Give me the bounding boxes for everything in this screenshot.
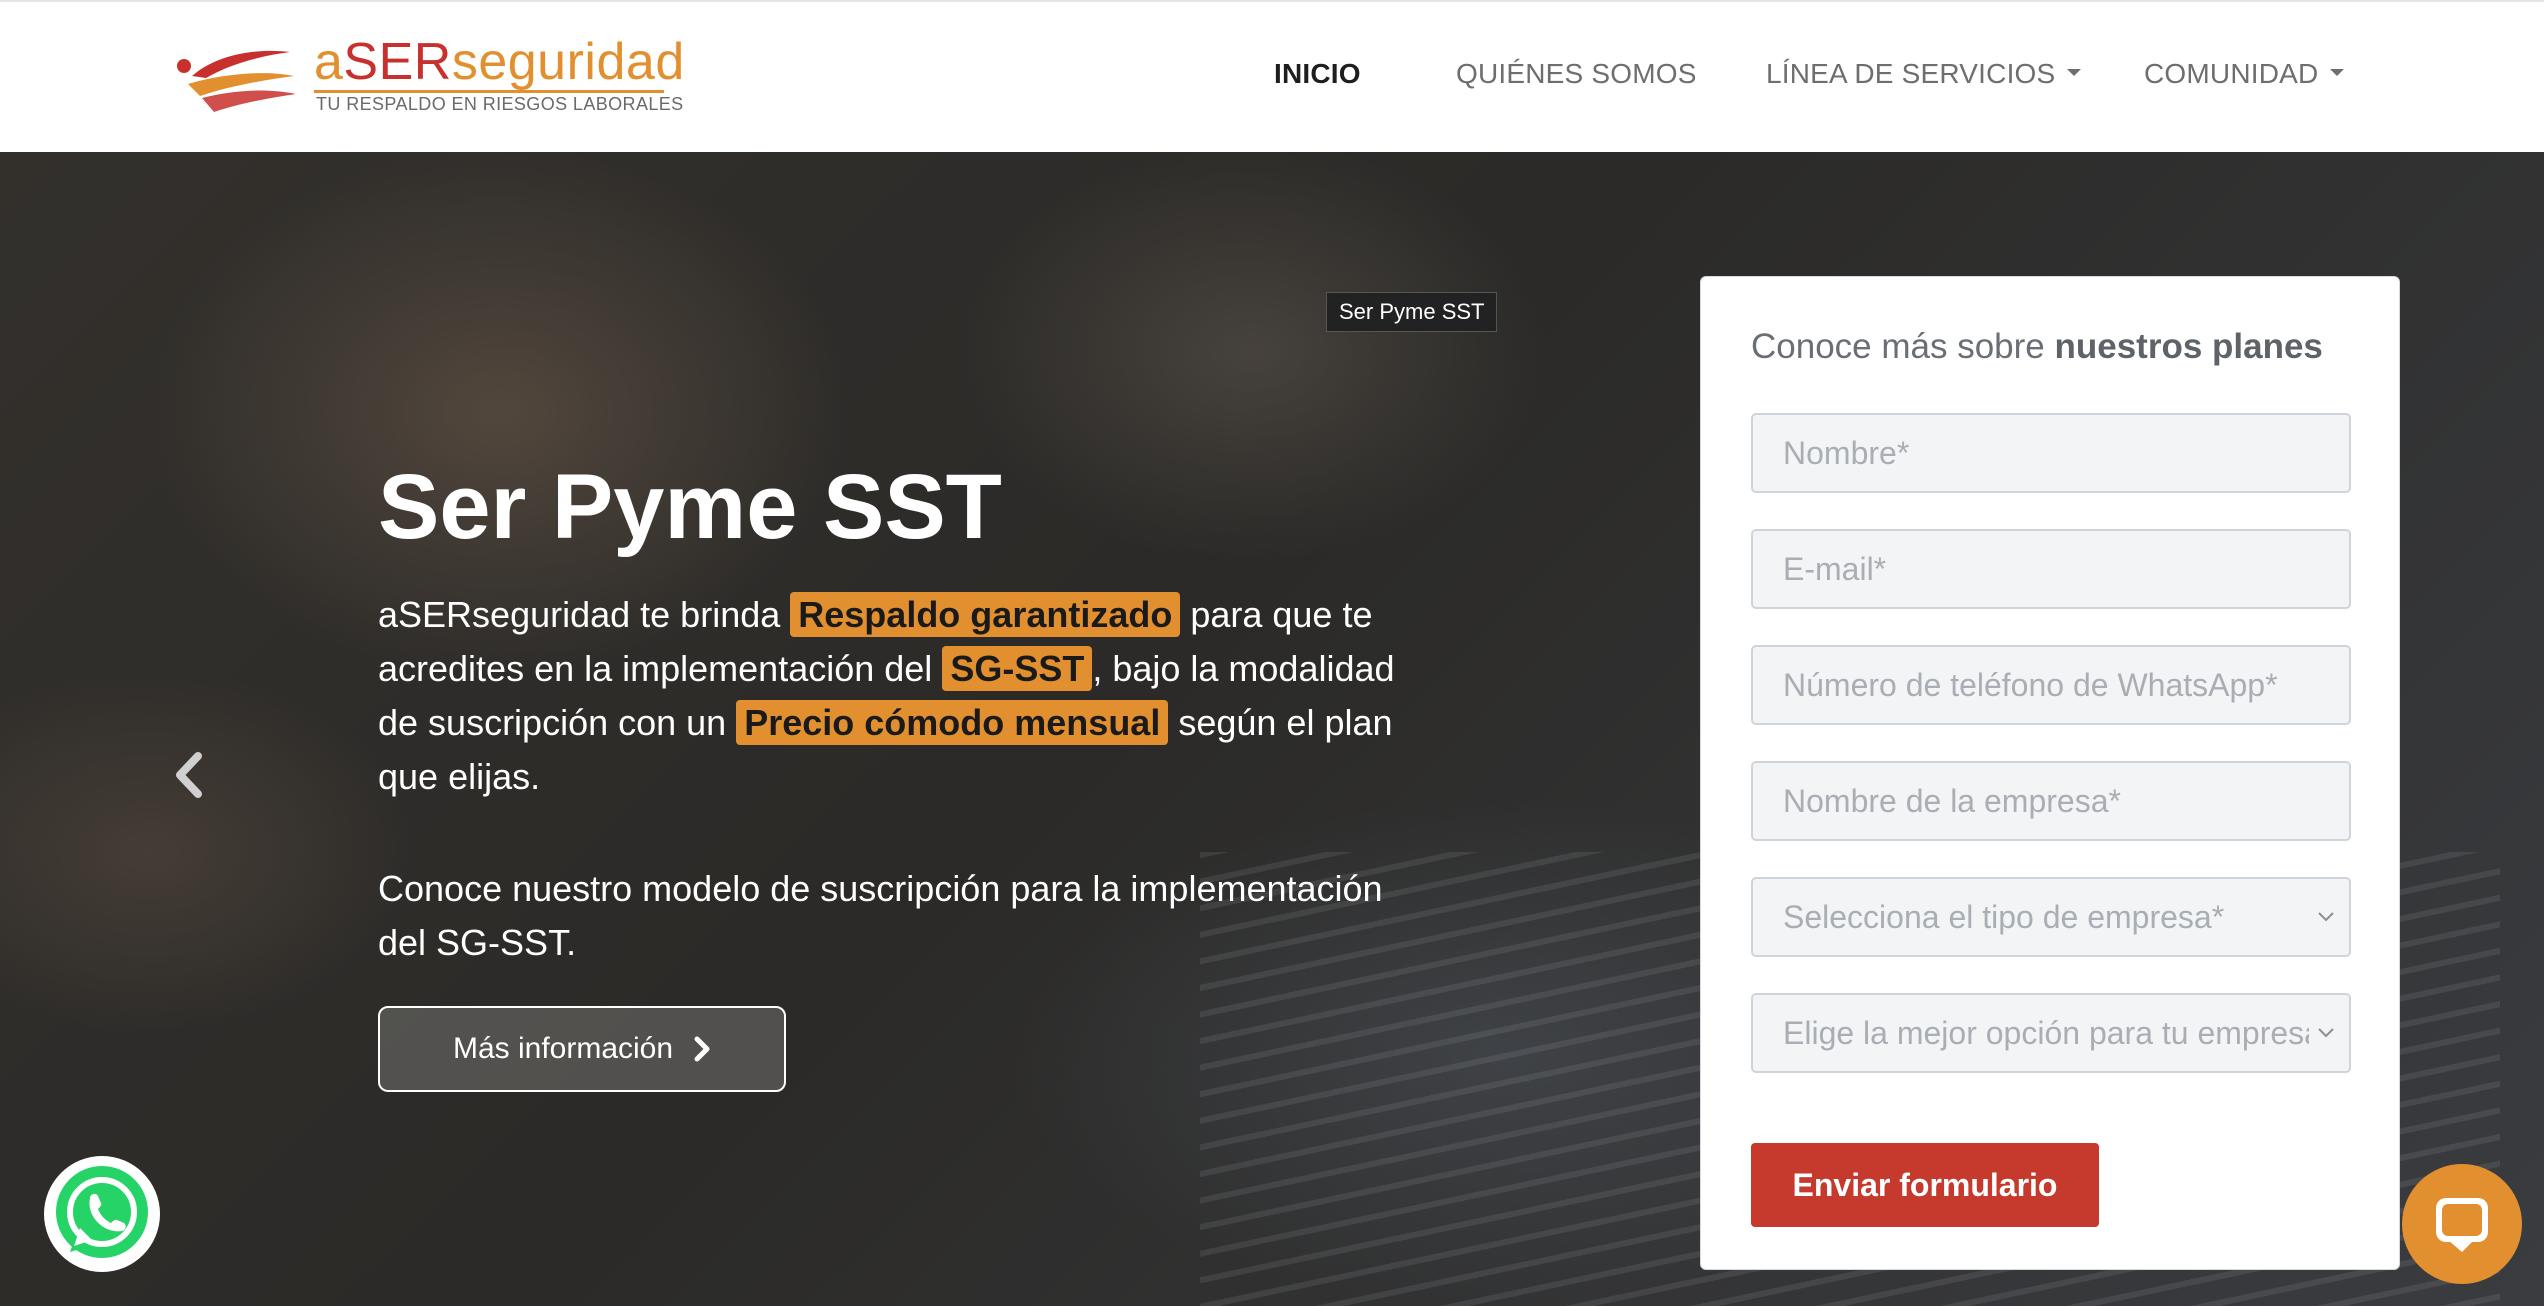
best-option-placeholder: Elige la mejor opción para tu empresa (1783, 1014, 2309, 1051)
hero-text-part: aSERseguridad te brinda (378, 594, 791, 635)
nav-item-linea-de-servicios[interactable]: LÍNEA DE SERVICIOS (1766, 58, 2082, 90)
submit-button[interactable]: Enviar formulario (1751, 1143, 2099, 1227)
logo-wordmark: aSERseguridad (314, 33, 685, 91)
chevron-right-icon (694, 1036, 710, 1062)
more-info-label: Más información (452, 1032, 674, 1065)
form-title: Conoce más sobre nuestros planes (1751, 327, 2323, 367)
chat-icon (2436, 1198, 2488, 1252)
company-name-field[interactable]: Nombre de la empresa* (1751, 761, 2351, 841)
chevron-down-icon (2318, 1028, 2334, 1038)
nav-item-inicio[interactable]: INICIO (1274, 58, 1361, 90)
chevron-down-icon (2318, 912, 2334, 922)
chevron-left-icon (176, 752, 202, 798)
nav-item-label: LÍNEA DE SERVICIOS (1766, 58, 2056, 89)
highlight-badge: Precio cómodo mensual (736, 700, 1169, 745)
nav-item-quienes-somos[interactable]: QUIÉNES SOMOS (1456, 58, 1697, 90)
form-title-bold: nuestros planes (2054, 327, 2323, 366)
hero-carousel: Ser Pyme SST Ser Pyme SST aSERseguridad … (0, 152, 2544, 1306)
site-logo[interactable]: aSERseguridad TU RESPALDO EN RIESGOS LAB… (172, 32, 684, 124)
nav-item-label: COMUNIDAD (2144, 58, 2319, 89)
hero-subtext: Conoce nuestro modelo de suscripción par… (378, 868, 1383, 963)
carousel-prev-button[interactable] (168, 750, 208, 800)
whatsapp-icon (56, 1166, 148, 1258)
chat-button[interactable] (2402, 1164, 2522, 1284)
nav-item-comunidad[interactable]: COMUNIDAD (2144, 58, 2345, 90)
logo-tagline: TU RESPALDO EN RIESGOS LABORALES (316, 94, 684, 114)
name-field[interactable]: Nombre* (1751, 413, 2351, 493)
highlight-badge: Respaldo garantizado (790, 592, 1181, 637)
email-field[interactable]: E-mail* (1751, 529, 2351, 609)
email-placeholder: E-mail* (1783, 550, 1887, 587)
best-option-select[interactable]: Elige la mejor opción para tu empresa (1751, 993, 2351, 1073)
tooltip: Ser Pyme SST (1326, 292, 1498, 332)
more-info-button[interactable]: Más información (378, 1006, 786, 1092)
whatsapp-button[interactable] (44, 1156, 160, 1272)
contact-form: Conoce más sobre nuestros planes Nombre*… (1700, 276, 2400, 1270)
form-title-plain: Conoce más sobre (1751, 327, 2055, 366)
highlight-badge: SG-SST (942, 646, 1093, 691)
company-placeholder: Nombre de la empresa* (1783, 782, 2121, 819)
company-type-placeholder: Selecciona el tipo de empresa* (1783, 898, 2225, 935)
company-type-select[interactable]: Selecciona el tipo de empresa* (1751, 877, 2351, 957)
whatsapp-phone-field[interactable]: Número de teléfono de WhatsApp* (1751, 645, 2351, 725)
logo-underline (314, 90, 664, 93)
hero-description: aSERseguridad te brinda Respaldo garanti… (378, 588, 1398, 804)
swoosh-logo-icon (177, 50, 296, 112)
caret-down-icon (2330, 69, 2345, 77)
phone-placeholder: Número de teléfono de WhatsApp* (1783, 666, 2278, 703)
caret-down-icon (2067, 69, 2082, 77)
hero-title: Ser Pyme SST (378, 456, 1002, 558)
name-placeholder: Nombre* (1783, 434, 1910, 471)
site-header: aSERseguridad TU RESPALDO EN RIESGOS LAB… (0, 0, 2544, 152)
